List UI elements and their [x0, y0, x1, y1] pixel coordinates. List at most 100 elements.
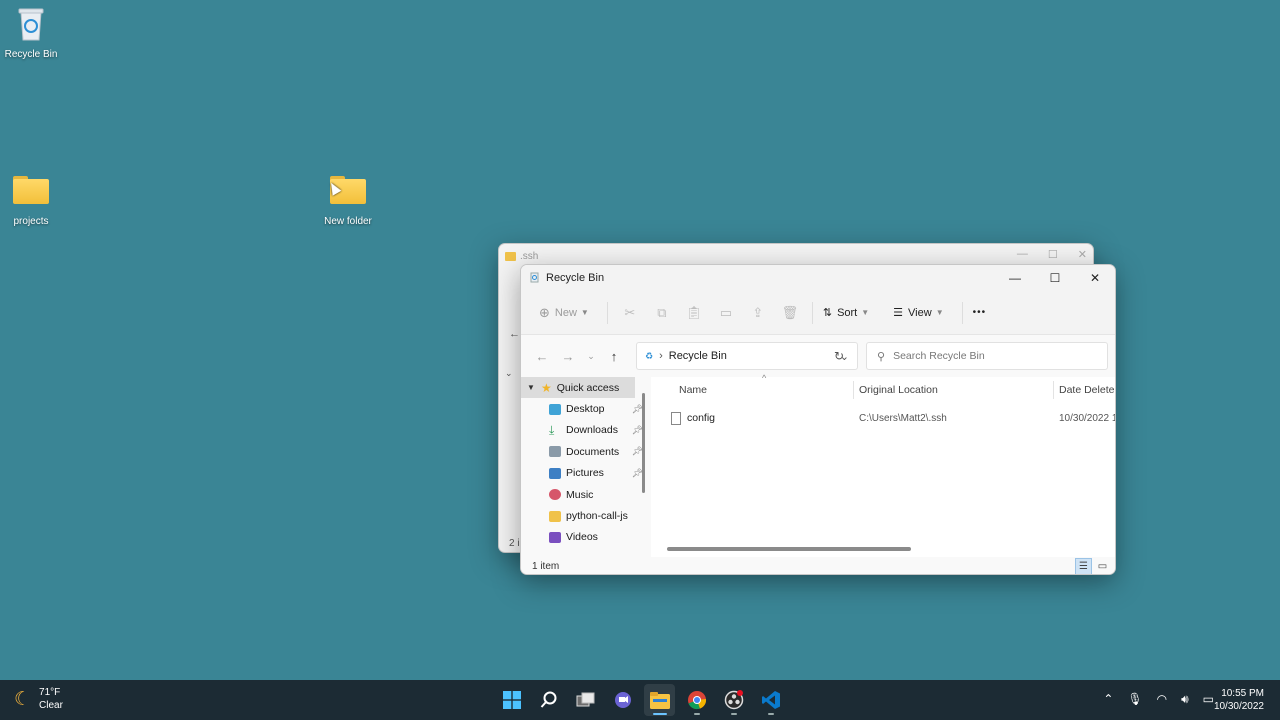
downloads-icon: ⤓ — [549, 422, 555, 437]
file-explorer-icon[interactable] — [644, 684, 675, 716]
videos-icon — [549, 531, 561, 543]
nav-item-label: Desktop — [566, 403, 605, 416]
system-tray: ⌃ 🎙︎ ◠ 🔊︎ ▭ — [1103, 692, 1214, 707]
nav-item-videos[interactable]: Videos — [521, 527, 649, 548]
cut-icon[interactable]: ✂ — [614, 298, 646, 328]
copy-icon[interactable]: ⧉ — [646, 298, 678, 328]
tiles-view-icon[interactable]: ▭ — [1094, 558, 1111, 574]
nav-pane-scrollbar[interactable] — [642, 393, 645, 493]
recycle-bin-icon — [0, 6, 68, 45]
item-count: 1 item — [532, 561, 560, 572]
nav-item-pictures[interactable]: Pictures 📌︎ — [521, 463, 649, 484]
delete-icon[interactable]: 🗑︎ — [774, 298, 806, 328]
forward-arrow-icon[interactable]: → — [555, 349, 581, 364]
expand-chevron-icon[interactable]: ▼ — [527, 383, 541, 392]
minimize-button[interactable]: — — [995, 265, 1035, 291]
wifi-icon[interactable]: ◠ — [1157, 692, 1167, 707]
clock[interactable]: 10:55 PM 10/30/2022 — [1214, 687, 1264, 713]
folder-icon — [549, 510, 561, 522]
weather-temp: 71°F — [39, 687, 61, 698]
ssh-window-controls: — ☐ ✕ — [1017, 248, 1087, 261]
minimize-icon[interactable]: — — [1017, 248, 1028, 261]
column-divider[interactable] — [853, 381, 854, 399]
table-row[interactable]: config C:\Users\Matt2\.ssh 10/30/2022 1 — [651, 407, 1115, 429]
task-view-icon[interactable] — [570, 684, 601, 716]
up-arrow-icon[interactable]: ↑ — [601, 349, 627, 364]
recycle-bin-window[interactable]: Recycle Bin — ☐ ✕ ⊕ New ▼ ✂ ⧉ 📋︎ ▭ ⇪ 🗑︎ … — [520, 264, 1116, 575]
sort-button[interactable]: ⇅ Sort ▼ — [819, 298, 873, 328]
chevron-down-icon: ▼ — [935, 308, 944, 317]
nav-item-music[interactable]: Music — [521, 484, 649, 505]
window-controls: — ☐ ✕ — [995, 265, 1115, 291]
window-title: Recycle Bin — [546, 272, 605, 284]
chevron-down-icon[interactable]: ⌄ — [505, 368, 513, 379]
desktop-icon-new-folder[interactable]: New folder — [311, 176, 385, 227]
sort-label: Sort — [837, 306, 858, 319]
desktop-icon-label: projects — [13, 216, 49, 227]
column-header-original-location[interactable]: Original Location — [859, 377, 938, 403]
nav-item-documents[interactable]: Documents 📌︎ — [521, 441, 649, 462]
folder-icon — [505, 251, 516, 261]
close-icon[interactable]: ✕ — [1078, 248, 1087, 261]
recent-chevron-icon[interactable]: ⌄ — [581, 351, 601, 362]
back-arrow-icon[interactable]: ← — [529, 349, 555, 364]
toolbar-divider — [606, 301, 608, 324]
running-indicator — [693, 713, 700, 715]
active-indicator — [652, 713, 667, 715]
volume-icon[interactable]: 🔊︎ — [1181, 692, 1189, 707]
teams-chat-icon[interactable] — [607, 684, 638, 716]
column-header-name[interactable]: Name — [679, 377, 707, 403]
folder-icon — [13, 176, 49, 204]
vscode-icon[interactable] — [755, 684, 786, 716]
share-icon[interactable]: ⇪ — [742, 298, 774, 328]
nav-item-downloads[interactable]: ⤓ Downloads 📌︎ — [521, 420, 649, 441]
new-button[interactable]: ⊕ New ▼ — [535, 298, 593, 328]
status-bar: 1 item ☰ ▭ — [521, 557, 1115, 574]
music-icon — [549, 489, 561, 501]
battery-icon[interactable]: ▭ — [1203, 692, 1214, 707]
more-icon: ••• — [972, 307, 987, 318]
documents-icon — [549, 446, 561, 458]
back-arrow-icon[interactable]: ← — [509, 328, 520, 340]
search-icon[interactable] — [533, 684, 564, 716]
weather-condition: Clear — [39, 700, 63, 711]
show-hidden-icons-chevron-icon[interactable]: ⌃ — [1103, 692, 1113, 707]
quick-access-item[interactable]: ▼ ★ Quick access — [521, 377, 635, 399]
start-icon[interactable] — [496, 684, 527, 716]
maximize-icon[interactable]: ☐ — [1048, 248, 1058, 261]
desktop-icon-recycle-bin[interactable]: Recycle Bin — [0, 6, 68, 60]
nav-item-label: Pictures — [566, 467, 604, 480]
chrome-icon[interactable] — [681, 684, 712, 716]
view-label: View — [908, 306, 932, 319]
column-header-date-deleted[interactable]: Date Deleted — [1059, 377, 1115, 403]
more-options-button[interactable]: ••• — [969, 298, 991, 328]
command-bar: ⊕ New ▼ ✂ ⧉ 📋︎ ▭ ⇪ 🗑︎ ⇅ Sort ▼ ☰ View ▼ … — [521, 291, 1115, 335]
chevron-down-icon: ▼ — [861, 308, 870, 317]
view-button[interactable]: ☰ View ▼ — [889, 298, 947, 328]
pictures-icon — [549, 467, 561, 479]
maximize-button[interactable]: ☐ — [1035, 265, 1075, 291]
close-button[interactable]: ✕ — [1075, 265, 1115, 291]
weather-widget[interactable]: ☾ 71°F Clear — [14, 686, 63, 712]
desktop-icon-projects[interactable]: projects — [0, 176, 68, 227]
star-icon: ★ — [541, 380, 552, 395]
clock-time: 10:55 PM — [1221, 688, 1264, 699]
column-divider[interactable] — [1053, 381, 1054, 399]
window-titlebar[interactable]: Recycle Bin — ☐ ✕ — [521, 265, 1115, 291]
view-toggle: ☰ ▭ — [1075, 558, 1111, 574]
microphone-icon[interactable]: 🎙︎ — [1127, 692, 1142, 707]
nav-item-desktop[interactable]: Desktop 📌︎ — [521, 398, 649, 419]
paste-icon[interactable]: 📋︎ — [678, 298, 710, 328]
column-header-label: Original Location — [859, 384, 938, 396]
details-view-icon[interactable]: ☰ — [1075, 558, 1092, 574]
breadcrumb-recycle-bin[interactable]: Recycle Bin — [669, 350, 727, 362]
horizontal-scrollbar[interactable] — [667, 547, 911, 551]
address-bar[interactable]: ♻ › Recycle Bin ⌄ — [636, 342, 858, 370]
refresh-icon[interactable]: ↻ — [834, 349, 844, 363]
sort-icon: ⇅ — [822, 307, 833, 319]
obs-icon[interactable] — [718, 684, 749, 716]
search-box[interactable]: ⚲ Search Recycle Bin — [866, 342, 1108, 370]
nav-item-python-call-js[interactable]: python-call-js — [521, 505, 649, 526]
rename-icon[interactable]: ▭ — [710, 298, 742, 328]
search-icon: ⚲ — [877, 350, 886, 363]
